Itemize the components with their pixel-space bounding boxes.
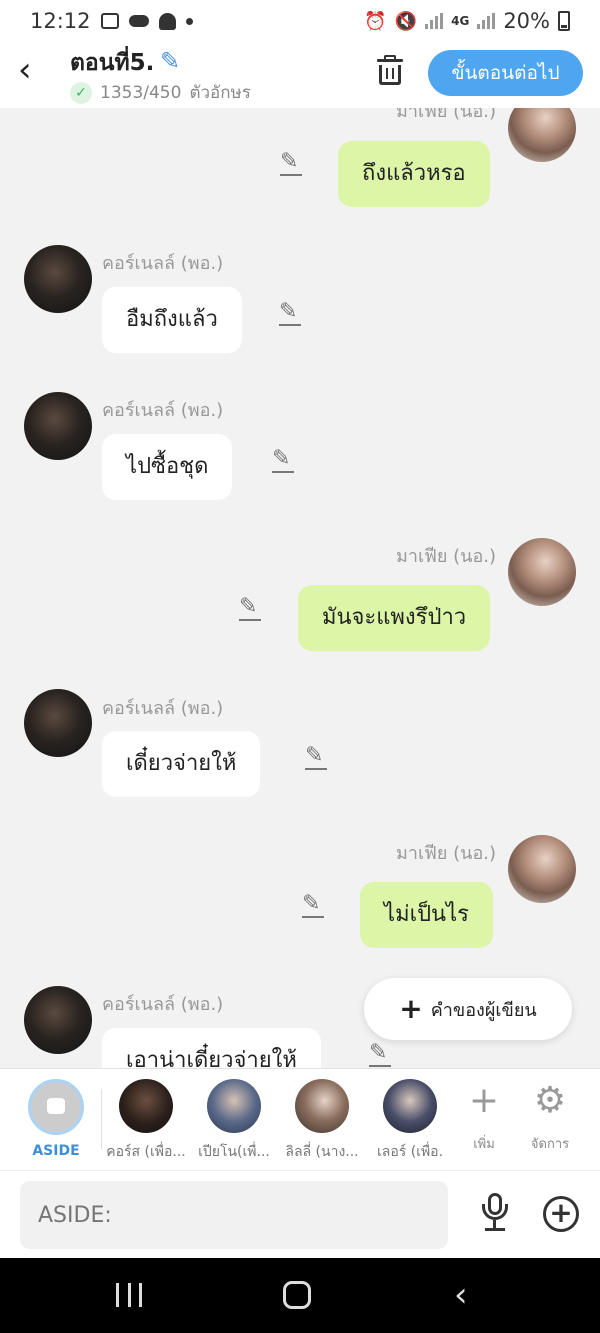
avatar-mafia[interactable] [508,108,576,162]
character-name: ลิลลี่ (นาง... [285,1144,359,1160]
aside-label: ASIDE [32,1143,80,1159]
aside-icon [28,1079,84,1135]
avatar [119,1079,173,1133]
pencil-icon[interactable]: ✎ [302,892,326,918]
microphone-icon[interactable] [478,1193,512,1233]
avatar-cornell[interactable] [24,392,92,460]
add-circle-icon[interactable]: + [543,1196,579,1232]
header: ‹ ตอนที่5. ✎ ✓ 1353/450 ตัวอักษร ขั้นตอน… [0,42,600,108]
pencil-icon[interactable]: ✎ [272,447,296,473]
next-step-button[interactable]: ขั้นตอนต่อไป [428,50,583,96]
char-unit: ตัวอักษร [189,83,251,103]
alarm-icon: ⏰ [364,10,387,32]
mute-icon: 🔇 [394,10,418,32]
battery-percent: 20% [503,9,550,33]
sender-name: คอร์เนลล์ (พอ.) [102,400,224,421]
trash-icon[interactable] [374,54,406,88]
sender-name: มาเฟีย (นอ.) [396,843,497,864]
avatar-mafia[interactable] [508,538,576,606]
character-item[interactable]: คอร์ส (เพื่อ... [102,1079,190,1163]
message-bubble[interactable]: ไปซื้อชุด [102,434,233,500]
avatar-cornell[interactable] [24,986,92,1054]
pencil-icon[interactable]: ✎ [369,1041,393,1067]
add-character-button[interactable]: + เพิ่ม [454,1081,514,1154]
char-counter: ✓ 1353/450 ตัวอักษร [70,79,251,106]
avatar [295,1079,349,1133]
gallery-icon [100,13,119,29]
chat-area[interactable]: มาเฟีย (นอ.) ถึงแล้วหรอ ✎ คอร์เนลล์ (พอ.… [0,108,600,1068]
pencil-icon[interactable]: ✎ [279,300,303,326]
manage-button[interactable]: ⚙ จัดการ [520,1081,580,1154]
home-icon[interactable] [283,1281,311,1309]
sender-name: คอร์เนลล์ (พอ.) [102,994,224,1015]
sender-name: มาเฟีย (นอ.) [396,546,497,567]
gear-icon: ⚙ [533,1080,567,1121]
back-icon[interactable]: ‹ [454,1275,468,1315]
avatar-cornell[interactable] [24,245,92,313]
battery-icon [558,11,570,31]
input-row: + [0,1170,600,1258]
status-bar: 12:12 ⏰ 🔇 4G 20% [0,0,600,42]
message-bubble[interactable]: ไม่เป็นไร [360,882,493,948]
avatar [383,1079,437,1133]
signal-icon-2 [477,13,496,29]
add-label: เพิ่ม [473,1137,495,1152]
character-aside[interactable]: ASIDE [12,1079,100,1159]
message-input[interactable] [20,1181,448,1249]
plus-icon: + [468,1080,500,1121]
message-bubble[interactable]: ถึงแล้วหรอ [338,141,490,207]
network-type: 4G [451,14,470,28]
message-bubble[interactable]: เดี๋ยวจ่ายให้ [102,731,261,797]
character-item[interactable]: เปียโน(เพื่... [190,1079,278,1163]
system-nav-bar: ‹ [0,1258,600,1333]
message-bubble[interactable]: อืมถึงแล้ว [102,287,242,353]
sender-name: คอร์เนลล์ (พอ.) [102,253,224,274]
recents-icon[interactable] [116,1283,142,1307]
cloud-icon [128,15,149,27]
sender-name: มาเฟีย (นอ.) [396,108,497,122]
dot-icon [185,17,193,25]
character-item[interactable]: เลอร์ (เพื่อ. [366,1079,454,1163]
character-name: คอร์ส (เพื่อ... [106,1144,186,1160]
character-name: เปียโน(เพื่... [198,1144,270,1160]
pencil-icon[interactable]: ✎ [305,744,329,770]
message-bubble[interactable]: เอาน่าเดี๋ยวจ่ายให้ [102,1028,321,1068]
avatar [207,1079,261,1133]
avatar-cornell[interactable] [24,689,92,757]
character-bar: ASIDE คอร์ส (เพื่อ... เปียโน(เพื่... ลิล… [0,1068,600,1170]
message-bubble[interactable]: มันจะแพงรึป่าว [298,585,491,651]
chevron-left-icon[interactable]: ‹ [18,53,52,88]
pencil-icon[interactable]: ✎ [280,150,304,176]
page-title: ตอนที่5. [70,50,155,76]
status-time: 12:12 [30,9,91,33]
sender-name: คอร์เนลล์ (พอ.) [102,698,224,719]
character-name: เลอร์ (เพื่อ. [376,1144,444,1160]
character-item[interactable]: ลิลลี่ (นาง... [278,1079,366,1163]
plus-icon: + [399,992,423,1025]
check-icon: ✓ [70,81,92,104]
writer-note-label: คำของผู้เขียน [430,999,537,1021]
manage-label: จัดการ [530,1137,570,1152]
android-icon [158,12,176,30]
avatar-mafia[interactable] [508,835,576,903]
writer-note-button[interactable]: + คำของผู้เขียน [364,978,572,1040]
signal-icon [425,13,444,29]
pencil-icon[interactable]: ✎ [239,595,263,621]
char-count: 1353/450 [100,82,182,103]
edit-title-icon[interactable]: ✎ [160,47,180,75]
